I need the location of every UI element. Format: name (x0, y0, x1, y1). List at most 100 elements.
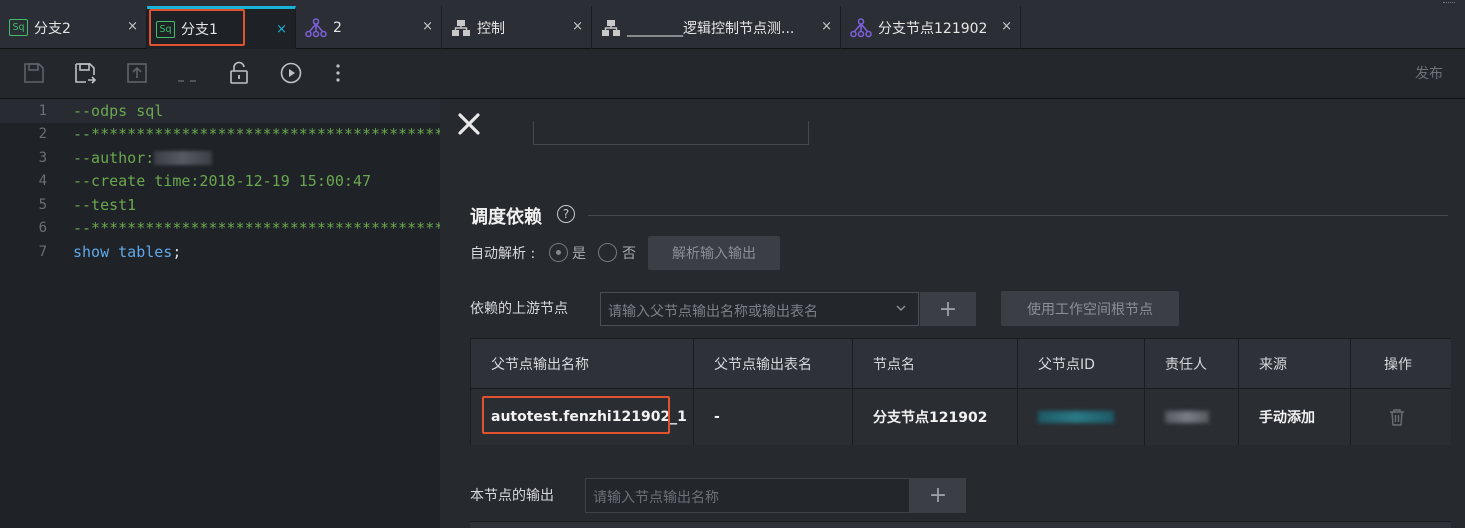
table-cell-action (1351, 389, 1451, 445)
save-as-icon[interactable] (73, 61, 97, 85)
auto-parse-no-radio[interactable] (598, 243, 617, 262)
code-text: --**************************************… (73, 219, 440, 238)
control-node-icon (452, 19, 470, 36)
tab-label: ________逻辑控制节点测... (627, 20, 795, 37)
parse-io-button[interactable]: 解析输入输出 (648, 236, 780, 270)
table-cell-parent-id (1018, 389, 1145, 445)
semicolon: ; (172, 242, 182, 261)
line-number: 1 (38, 102, 47, 119)
close-icon[interactable]: × (1001, 19, 1012, 34)
run-icon[interactable] (279, 61, 303, 85)
help-icon[interactable]: ? (557, 205, 575, 223)
node-output-input[interactable]: 请输入节点输出名称 (585, 478, 910, 513)
window-maximize-icon[interactable] (1443, 2, 1455, 6)
line-number: 6 (38, 220, 47, 237)
tab-control[interactable]: 控制 × (442, 6, 592, 49)
upstream-placeholder: 请输入父节点输出名称或输出表名 (608, 304, 818, 320)
table-header: 父节点输出名称 (471, 339, 694, 389)
table-cell-source: 手动添加 (1239, 389, 1351, 445)
divider (588, 215, 1448, 216)
highlight-box (149, 9, 245, 46)
tab-label: 2 (333, 19, 342, 36)
tab-logic-control[interactable]: ________逻辑控制节点测... × (592, 6, 841, 49)
close-icon[interactable]: × (821, 19, 832, 34)
previous-field (533, 121, 809, 145)
table-header: 来源 (1239, 339, 1351, 389)
redacted-owner (1165, 411, 1209, 423)
table-cell-owner (1145, 389, 1239, 445)
auto-parse-label: 自动解析 : (470, 246, 536, 262)
workflow-icon (850, 17, 872, 37)
code-line: 3 --author: (0, 146, 440, 170)
redacted-author (154, 151, 213, 166)
submit-icon[interactable] (125, 61, 149, 85)
node-output-placeholder: 请输入节点输出名称 (593, 490, 719, 506)
lock-icon[interactable] (227, 61, 251, 85)
trash-icon[interactable] (1389, 408, 1405, 426)
table-header: 节点名 (853, 339, 1018, 389)
code-text: show tables; (73, 243, 181, 261)
output-table-header (470, 521, 1451, 528)
code-text: --**************************************… (73, 125, 440, 144)
line-number: 2 (38, 126, 47, 143)
close-icon[interactable] (456, 111, 482, 137)
properties-panel: 调度依赖 ? 自动解析 : 是 否 解析输入输出 依赖的上游节点 请输入父节点输… (440, 99, 1465, 528)
section-title: 调度依赖 (470, 207, 542, 228)
table-header: 父节点输出表名 (694, 339, 853, 389)
publish-button[interactable]: 发布 (1415, 63, 1443, 83)
table-cell-output-table: - (694, 389, 853, 445)
line-number: 3 (38, 149, 47, 166)
use-root-node-button[interactable]: 使用工作空间根节点 (1001, 291, 1179, 326)
tab-branch-node[interactable]: 分支节点121902 × (841, 6, 1021, 49)
code-editor[interactable]: 1 --odps sql 2 --***********************… (0, 99, 440, 528)
upstream-select[interactable]: 请输入父节点输出名称或输出表名 (600, 292, 919, 326)
line-number: 7 (38, 243, 47, 260)
code-line: 4 --create time:2018-12-19 15:00:47 (0, 170, 440, 194)
table-header: 操作 (1351, 339, 1451, 389)
tab-fenzhi2[interactable]: Sq 分支2 × (0, 6, 147, 49)
close-icon[interactable]: × (422, 19, 433, 34)
code-line: 7 show tables; (0, 240, 440, 264)
keyword: tables (118, 242, 173, 261)
upstream-label: 依赖的上游节点 (470, 301, 568, 317)
workflow-icon (305, 17, 327, 37)
line-number: 5 (38, 196, 47, 213)
redacted-id (1038, 411, 1114, 423)
control-node-icon (602, 19, 620, 36)
tab-bar: Sq 分支2 × Sq 分支1 × 2 × 控制 × ________逻辑控制节… (0, 0, 1465, 49)
table-cell-node-name: 分支节点121902 (853, 389, 1018, 445)
radio-label: 否 (622, 246, 636, 262)
tab-label: 控制 (477, 20, 505, 37)
author-label: --author: (73, 148, 155, 167)
tab-label: 分支节点121902 (878, 20, 988, 37)
close-icon[interactable]: × (276, 22, 287, 37)
highlight-box (482, 396, 670, 434)
save-icon[interactable] (22, 61, 46, 85)
sql-icon: Sq (9, 19, 28, 36)
close-icon[interactable]: × (572, 19, 583, 34)
code-line: 1 --odps sql (0, 99, 440, 123)
code-line: 5 --test1 (0, 193, 440, 217)
separator-icon (178, 80, 196, 82)
close-icon[interactable]: × (127, 19, 138, 34)
line-number: 4 (38, 173, 47, 190)
table-header: 父节点ID (1018, 339, 1145, 389)
tab-2[interactable]: 2 × (296, 6, 442, 49)
chevron-down-icon (896, 305, 906, 312)
auto-parse-yes-radio[interactable] (549, 243, 568, 262)
add-output-button[interactable]: + (910, 478, 966, 513)
code-text: --create time:2018-12-19 15:00:47 (73, 172, 372, 191)
radio-label: 是 (572, 246, 586, 262)
code-text: --odps sql (73, 101, 164, 120)
table-header: 责任人 (1145, 339, 1239, 389)
code-line: 2 --************************************… (0, 123, 440, 147)
add-upstream-button[interactable]: + (920, 292, 976, 326)
code-text: --test1 (73, 195, 137, 214)
keyword: show (73, 242, 110, 261)
node-output-label: 本节点的输出 (470, 488, 554, 504)
toolbar: 发布 (0, 49, 1465, 99)
code-line: 6 --************************************… (0, 217, 440, 241)
code-text: --author: (73, 148, 213, 167)
more-icon[interactable] (326, 61, 350, 85)
tab-label: 分支2 (34, 20, 71, 37)
